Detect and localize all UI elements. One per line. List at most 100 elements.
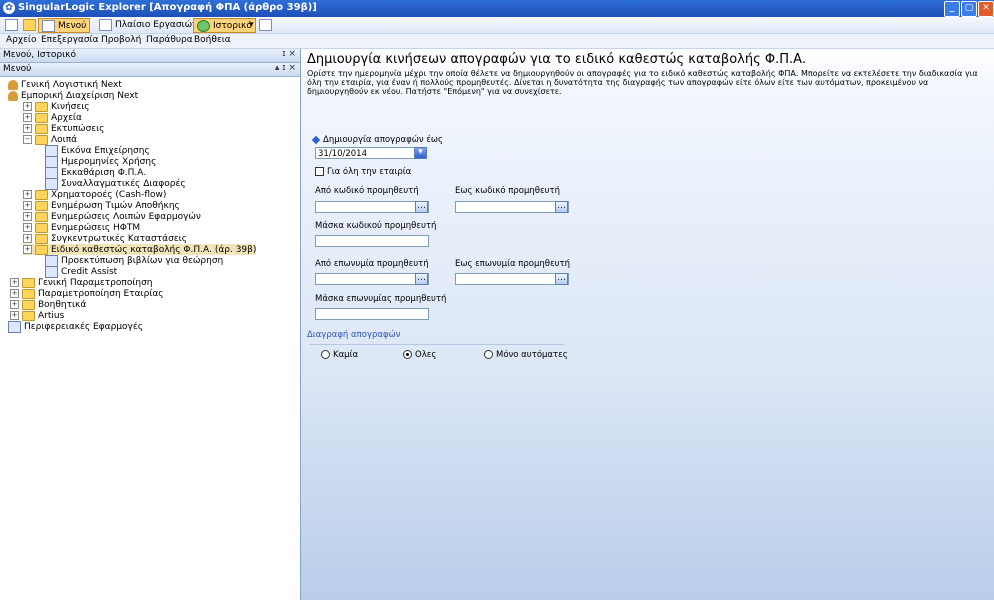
expand-icon[interactable]: + (23, 102, 32, 111)
maximize-button[interactable]: ▢ (961, 1, 977, 17)
to-supplier-name-input[interactable] (455, 273, 569, 285)
menu-tree-icon (42, 19, 55, 32)
menu-windows[interactable]: Παράθυρα (146, 35, 193, 45)
tree-item-19[interactable]: + Παραμετροποίηση Εταιρίας (10, 288, 164, 299)
tree-item-label: Προεκτύπωση βιβλίων για θεώρηση (61, 255, 224, 266)
whole-company-label: Για όλη την εταιρία (327, 167, 412, 177)
tree-item-label: Ημερομηνίες Χρήσης (61, 156, 157, 167)
date-dropdown-button[interactable]: ▾ (414, 147, 427, 159)
tree-item-21[interactable]: + Artius (10, 310, 64, 321)
expand-icon[interactable]: + (23, 234, 32, 243)
menu-help[interactable]: Βοήθεια (194, 35, 231, 45)
tree-item-label: Ενημερώσεις ΗΦΤΜ (51, 222, 141, 233)
to-supplier-code-lookup[interactable]: … (555, 201, 568, 213)
supplier-name-mask-input[interactable] (315, 308, 429, 320)
radio-delete-all[interactable] (403, 350, 412, 359)
tree-item-label: Κινήσεις (51, 101, 90, 112)
expand-icon[interactable]: + (10, 278, 19, 287)
tree-item-18[interactable]: + Γενική Παραμετροποίηση (10, 277, 152, 288)
user-icon (8, 79, 18, 90)
tree-item-label: Συγκεντρωτικές Καταστάσεις (51, 233, 187, 244)
window-frame-label: Πλαίσιο Εργασιών (115, 19, 198, 30)
menu-file[interactable]: Αρχείο (6, 35, 37, 45)
open-folder-button[interactable] (20, 18, 39, 31)
folder-icon (23, 18, 36, 31)
tree-item-label: Ειδικό καθεστώς καταβολής Φ.Π.Α. (άρ. 39… (51, 244, 257, 255)
tree-item-5[interactable]: − Λοιπά (23, 134, 77, 145)
date-input[interactable]: 31/10/2014 (315, 147, 426, 159)
from-supplier-name-lookup[interactable]: … (415, 273, 428, 285)
tree-item-20[interactable]: + Βοηθητικά (10, 299, 86, 310)
tree-item-10[interactable]: + Χρηματοροές (Cash-flow) (23, 189, 166, 200)
tree-item-0[interactable]: Γενική Λογιστική Next (8, 79, 122, 90)
tree-item-13[interactable]: + Ενημερώσεις ΗΦΤΜ (23, 222, 140, 233)
tree-item-1[interactable]: Εμπορική Διαχείριση Next (8, 90, 138, 101)
from-supplier-name-label: Από επωνυμία προμηθευτή (315, 259, 429, 269)
whole-company-checkbox[interactable] (315, 167, 324, 176)
expand-icon[interactable]: + (23, 124, 32, 133)
tree-item-8[interactable]: Εκκαθάριση Φ.Π.Α. (45, 166, 146, 179)
tree-item-label: Ενημέρωση Τιμών Αποθήκης (51, 200, 180, 211)
radio-delete-auto[interactable] (484, 350, 493, 359)
delete-inventories-group-title: Διαγραφή απογραφών (307, 330, 401, 340)
expand-icon[interactable]: + (10, 311, 19, 320)
tree-item-label: Εμπορική Διαχείριση Next (21, 90, 139, 101)
tree-item-label: Εκτυπώσεις (51, 123, 105, 134)
folder-icon (35, 222, 48, 233)
small-window-icon (259, 18, 272, 31)
from-supplier-name-input[interactable] (315, 273, 429, 285)
toolbar: Μενού Πλαίσιο Εργασιών Ιστορικό ▾ (0, 17, 994, 34)
tree-item-6[interactable]: Εικόνα Επιχείρησης (45, 144, 150, 157)
tree-item-17[interactable]: Credit Assist (45, 265, 117, 278)
expand-icon[interactable]: + (10, 300, 19, 309)
menu-toggle-button[interactable]: Μενού (38, 18, 91, 33)
radio-delete-auto-label: Μόνο αυτόματες (496, 350, 568, 360)
collapse-icon[interactable]: − (23, 135, 32, 144)
from-supplier-code-lookup[interactable]: … (415, 201, 428, 213)
tree-item-12[interactable]: + Ενημερώσεις Λοιπών Εφαρμογών (23, 211, 201, 222)
tree-item-3[interactable]: + Αρχεία (23, 112, 82, 123)
window-frame-button[interactable]: Πλαίσιο Εργασιών (96, 18, 200, 31)
close-button[interactable]: ✕ (978, 1, 994, 17)
to-supplier-code-input[interactable] (455, 201, 569, 213)
menu-history-header-buttons[interactable]: ɪ × (282, 49, 296, 59)
expand-icon[interactable]: + (23, 245, 32, 254)
tree-item-2[interactable]: + Κινήσεις (23, 101, 90, 112)
supplier-name-mask-label: Μάσκα επωνυμίας προμηθευτή (315, 294, 447, 304)
menu-toggle-label: Μενού (58, 20, 87, 31)
new-window-button[interactable] (2, 18, 21, 31)
expand-icon[interactable]: + (23, 190, 32, 199)
expand-icon[interactable]: + (23, 223, 32, 232)
menu-view[interactable]: Προβολή (101, 35, 141, 45)
extra-window-button[interactable] (256, 18, 275, 31)
folder-icon (35, 134, 48, 145)
tree-item-label: Εικόνα Επιχείρησης (61, 145, 150, 156)
folder-icon (35, 244, 48, 255)
menu-header-buttons[interactable]: ▴ ɪ × (275, 63, 296, 73)
tree-item-4[interactable]: + Εκτυπώσεις (23, 123, 104, 134)
supplier-code-mask-input[interactable] (315, 235, 429, 247)
expand-icon[interactable]: + (23, 212, 32, 221)
required-diamond-icon (311, 135, 321, 144)
expand-icon[interactable]: + (23, 201, 32, 210)
radio-delete-none[interactable] (321, 350, 330, 359)
user-icon (8, 90, 18, 101)
date-field-label: Δημιουργία απογραφών έως (311, 135, 443, 145)
tree-item-15[interactable]: + Ειδικό καθεστώς καταβολής Φ.Π.Α. (άρ. 3… (23, 244, 257, 255)
tree-item-14[interactable]: + Συγκεντρωτικές Καταστάσεις (23, 233, 187, 244)
tree-item-16[interactable]: Προεκτύπωση βιβλίων για θεώρηση (45, 254, 224, 267)
tree-item-11[interactable]: + Ενημέρωση Τιμών Αποθήκης (23, 200, 180, 211)
to-supplier-name-lookup[interactable]: … (555, 273, 568, 285)
expand-icon[interactable]: + (10, 289, 19, 298)
tree-item-7[interactable]: Ημερομηνίες Χρήσης (45, 155, 157, 168)
from-supplier-code-input[interactable] (315, 201, 429, 213)
expand-icon[interactable]: + (23, 113, 32, 122)
credit-assist-icon (45, 265, 58, 278)
tree-item-label: Γενική Λογιστική Next (21, 79, 122, 90)
toolbar-dropdown-button[interactable]: ▾ (246, 18, 257, 31)
minimize-button[interactable]: _ (944, 1, 960, 17)
menu-edit[interactable]: Επεξεργασία (41, 35, 99, 45)
tree-item-22[interactable]: Περιφερειακές Εφαρμογές (8, 320, 143, 333)
window-icon (5, 18, 18, 31)
tree-item-9[interactable]: Συναλλαγματικές Διαφορές (45, 177, 186, 190)
